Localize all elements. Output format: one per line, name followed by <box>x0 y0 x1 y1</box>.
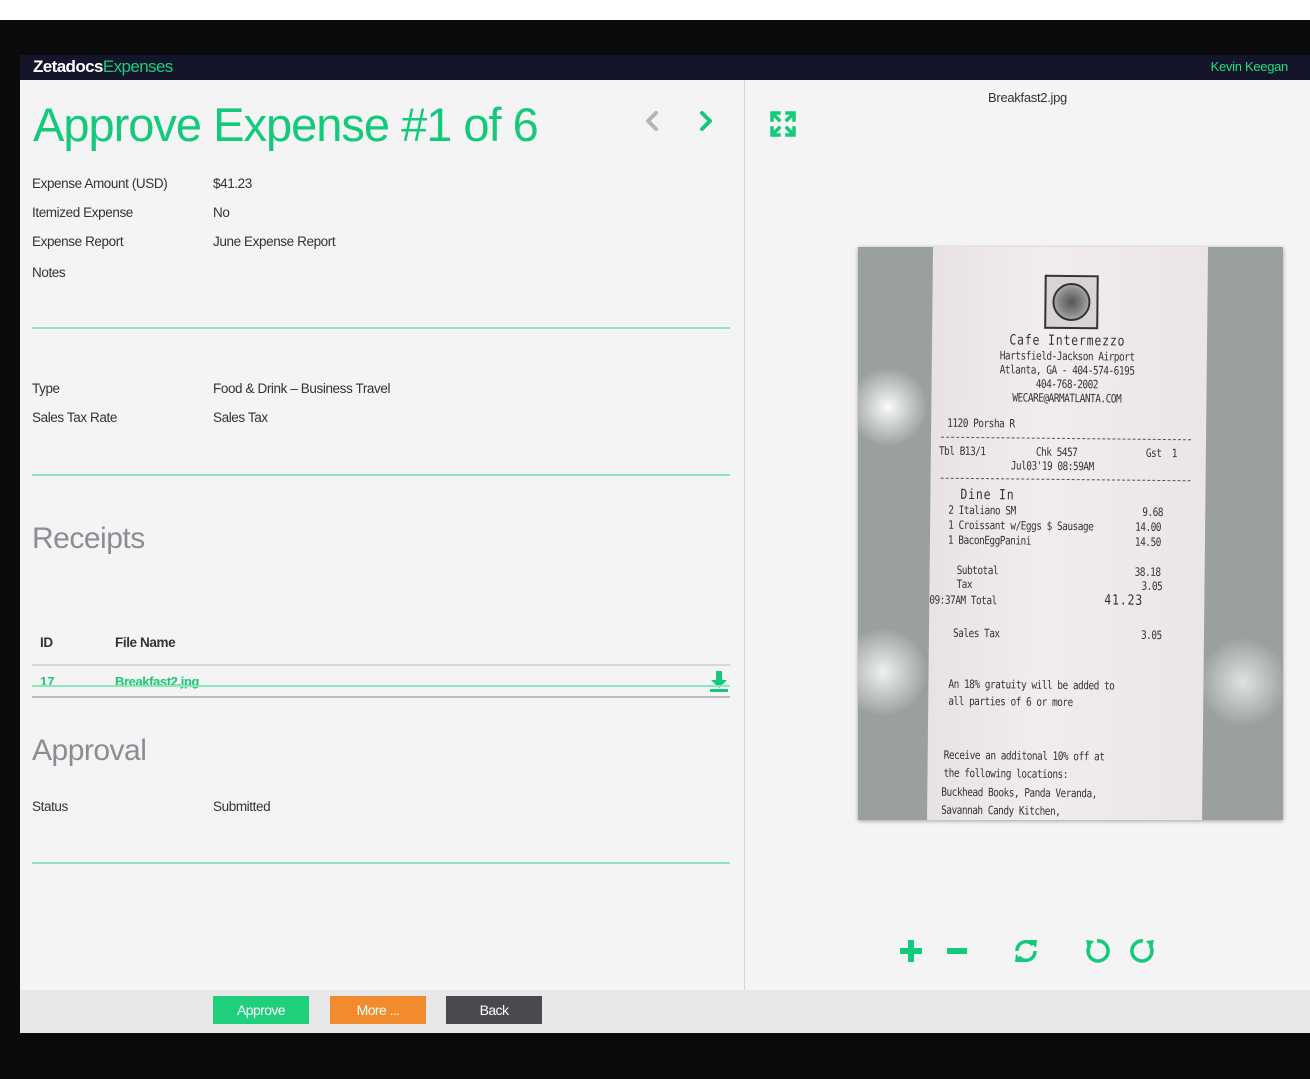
approval-heading: Approval <box>32 734 147 767</box>
cafe-logo <box>1044 274 1099 330</box>
detail-row-report: Expense Report June Expense Report <box>32 234 732 254</box>
zoom-out-button[interactable] <box>943 937 971 965</box>
section-divider <box>32 862 730 864</box>
rotate-left-icon <box>1086 939 1110 963</box>
section-divider <box>32 327 730 329</box>
receipt-line: Chk 5457 <box>1035 444 1078 460</box>
brand-part2: Expenses <box>102 57 173 76</box>
receipt-line: the following locations: <box>943 765 1069 782</box>
receipt-viewer: Breakfast2.jpg Cafe Intermezzo Hartsfiel… <box>745 80 1310 990</box>
detail-label: Expense Report <box>32 234 124 249</box>
zoom-out-icon <box>947 948 967 954</box>
zoom-in-button[interactable] <box>897 937 925 965</box>
back-button[interactable]: Back <box>446 996 542 1024</box>
rotate-left-button[interactable] <box>1083 937 1111 965</box>
receipt-line: 41.23 <box>1104 592 1144 609</box>
receipt-line: 1120 Porsha R <box>947 415 1015 431</box>
rotate-right-button[interactable] <box>1129 937 1157 965</box>
receipts-heading: Receipts <box>32 522 145 555</box>
action-footer: Approve More ... Back <box>20 990 1310 1033</box>
download-icon <box>710 671 728 692</box>
receipt-image[interactable]: Cafe Intermezzo Hartsfield-Jackson Airpo… <box>858 247 1283 820</box>
detail-row-type: Type Food & Drink – Business Travel <box>32 381 732 401</box>
receipt-line: Gst 1 <box>1145 445 1178 461</box>
receipt-line: 1 Croissant w/Eggs $ Sausage <box>948 517 1094 534</box>
section-divider <box>32 474 730 476</box>
zoom-in-icon <box>900 940 922 962</box>
photo-glare <box>858 627 928 717</box>
receipt-line: 1 BaconEggPanini <box>947 532 1032 548</box>
chevron-right-icon <box>700 111 712 131</box>
receipt-line: Tbl B13/1 <box>938 443 986 459</box>
receipt-line: Receive an additonal 10% off at <box>943 747 1105 764</box>
detail-label: Sales Tax Rate <box>32 410 117 425</box>
more-button[interactable]: More ... <box>330 996 426 1024</box>
detail-row-itemized: Itemized Expense No <box>32 205 732 225</box>
photo-glare <box>858 367 928 447</box>
receipt-paper: Cafe Intermezzo Hartsfield-Jackson Airpo… <box>926 247 1209 820</box>
expand-button[interactable] <box>769 110 797 138</box>
receipt-dashes <box>941 436 1192 441</box>
status-value: Submitted <box>213 799 271 814</box>
download-button[interactable] <box>708 669 730 693</box>
brand-logo: ZetadocsExpenses <box>33 57 173 77</box>
receipt-line: Savannah Candy Kitchen, <box>941 802 1061 818</box>
receipt-line: 3.05 <box>1140 627 1162 642</box>
detail-value: Food & Drink – Business Travel <box>213 381 391 396</box>
receipt-line: Tax <box>956 576 973 592</box>
detail-value: $41.23 <box>213 176 252 191</box>
viewer-file-name: Breakfast2.jpg <box>988 90 1067 105</box>
detail-label: Status <box>32 799 68 814</box>
receipt-line: WECARE@ARMATLANTA.COM <box>1012 390 1122 406</box>
receipt-line: 14.50 <box>1134 534 1161 549</box>
detail-label: Notes <box>32 265 66 280</box>
receipt-line: An 18% gratuity will be added to <box>948 676 1115 693</box>
detail-label: Type <box>32 381 60 396</box>
previous-expense-button[interactable] <box>637 106 667 136</box>
expand-icon <box>770 111 796 137</box>
table-row[interactable]: 17 Breakfast2.jpg <box>32 666 730 698</box>
top-bar: ZetadocsExpenses Kevin Keegan <box>20 55 1310 80</box>
receipt-line: Dine In <box>960 486 1015 504</box>
section-divider <box>32 685 730 687</box>
receipt-line: 38.18 <box>1134 564 1161 579</box>
app-screen: ZetadocsExpenses Kevin Keegan Approve Ex… <box>20 55 1310 1033</box>
receipt-line: 09:37AM Total <box>929 592 997 608</box>
receipt-line: 3.05 <box>1141 578 1163 593</box>
user-name[interactable]: Kevin Keegan <box>1211 59 1289 74</box>
approve-button[interactable]: Approve <box>213 996 309 1024</box>
detail-row-notes: Notes <box>32 265 732 285</box>
detail-label: Expense Amount (USD) <box>32 176 168 191</box>
expense-details-panel: Approve Expense #1 of 6 Expense Amount (… <box>20 80 745 990</box>
page-title: Approve Expense #1 of 6 <box>33 98 539 151</box>
column-header-id: ID <box>40 635 53 650</box>
photo-glare <box>1198 637 1283 727</box>
receipt-line: Subtotal <box>956 562 999 578</box>
detail-value: Sales Tax <box>213 410 268 425</box>
next-expense-button[interactable] <box>691 106 721 136</box>
receipt-line: Sales Tax <box>952 625 1000 641</box>
detail-value: June Expense Report <box>213 234 336 249</box>
reset-button[interactable] <box>1012 937 1040 965</box>
chevron-left-icon <box>646 111 658 131</box>
receipt-line: 14.00 <box>1135 519 1162 534</box>
receipt-line: Buckhead Books, Panda Veranda, <box>941 784 1097 801</box>
detail-label: Itemized Expense <box>32 205 133 220</box>
reset-icon <box>1015 939 1037 963</box>
column-header-file-name: File Name <box>115 635 176 650</box>
detail-row-status: Status Submitted <box>32 799 732 819</box>
receipt-line: Jul03'19 08:59AM <box>1010 458 1094 474</box>
receipt-line: all parties of 6 or more <box>948 693 1073 710</box>
detail-row-amount: Expense Amount (USD) $41.23 <box>32 176 732 196</box>
rotate-right-icon <box>1130 939 1154 963</box>
receipt-line: 9.68 <box>1142 504 1164 519</box>
receipt-line: 2 Italiano SM <box>948 502 1016 518</box>
brand-part1: Zetadocs <box>33 57 103 76</box>
detail-value: No <box>213 205 230 220</box>
receipt-dashes <box>940 477 1191 482</box>
detail-row-tax-rate: Sales Tax Rate Sales Tax <box>32 410 732 430</box>
